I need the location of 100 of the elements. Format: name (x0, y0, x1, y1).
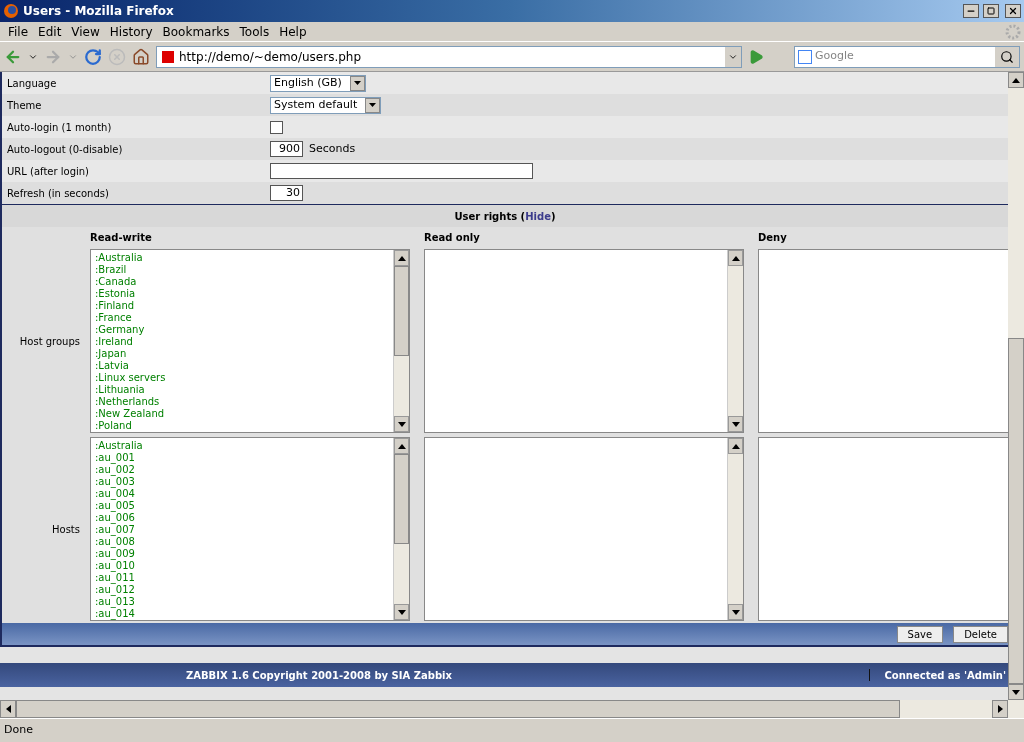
scrollbar[interactable] (393, 250, 409, 432)
down-arrow-icon (731, 421, 740, 427)
search-icon[interactable] (1000, 49, 1014, 64)
list-option[interactable]: :Canada (95, 276, 389, 288)
page-scrollbar[interactable] (1008, 72, 1024, 700)
go-icon[interactable] (748, 48, 764, 65)
menu-item[interactable]: File (3, 22, 34, 41)
list-option[interactable]: :au_008 (95, 536, 389, 548)
list-option[interactable]: :Finland (95, 300, 389, 312)
site-icon (162, 50, 174, 63)
list-option[interactable]: :Australia (95, 440, 389, 452)
list-option[interactable]: :Australia (95, 252, 389, 264)
throbber-icon (1005, 23, 1021, 40)
list-option[interactable]: :au_014 (95, 608, 389, 620)
copyright-text: ZABBIX 1.6 Copyright 2001-2008 by SIA Zabbix (186, 668, 452, 683)
close-button[interactable] (1005, 4, 1021, 18)
list-option[interactable]: :France (95, 312, 389, 324)
list-option[interactable]: :Germany (95, 324, 389, 336)
list-option[interactable]: :Linux servers (95, 372, 389, 384)
hide-link[interactable]: Hide (525, 210, 551, 222)
menu-item[interactable]: View (66, 22, 105, 41)
list-option[interactable]: :Ireland (95, 336, 389, 348)
list-option[interactable]: :au_012 (95, 584, 389, 596)
form-button[interactable]: Delete (953, 625, 1008, 643)
minimize-button[interactable] (963, 4, 979, 18)
up-arrow-icon (731, 443, 740, 449)
list-option[interactable]: :au_004 (95, 488, 389, 500)
menu-item[interactable]: Tools (234, 22, 275, 41)
menu-item[interactable]: Bookmarks (157, 22, 235, 41)
list-box[interactable]: :Australia :au_001 :au_002 :au_003 :au_004 :au_005 :au_006 :au_007 :au_008 :au_009 :au_010 :au_011 :au_012 :au_013 :au_014 (90, 437, 410, 621)
section-title: User rights (Hide) (454, 209, 556, 224)
list-option[interactable]: :au_010 (95, 560, 389, 572)
dropdown[interactable]: English (GB) (270, 74, 366, 92)
list-option[interactable]: :Poland (95, 420, 389, 432)
number-field[interactable]: 900 (270, 141, 303, 157)
field-label: Theme (6, 98, 43, 113)
down-arrow-icon (397, 609, 406, 615)
checkbox[interactable] (270, 120, 283, 134)
status-text: Done (4, 722, 33, 739)
left-arrow-icon (5, 705, 11, 713)
list-option[interactable]: :Estonia (95, 288, 389, 300)
home-icon[interactable] (132, 47, 150, 66)
address-bar[interactable]: http://demo/~demo/users.php (156, 45, 742, 68)
menu-item[interactable]: History (104, 22, 158, 41)
menu-item[interactable]: Help (274, 22, 312, 41)
list-option[interactable]: :New Zealand (95, 408, 389, 420)
dropdown[interactable]: System default (270, 96, 382, 114)
list-option[interactable]: :au_011 (95, 572, 389, 584)
list-option[interactable]: :au_003 (95, 476, 389, 488)
search-field[interactable]: Google (794, 45, 1020, 68)
caret-icon (369, 103, 377, 107)
menu-item[interactable]: Edit (33, 22, 67, 41)
column-header: Read only (424, 230, 481, 245)
unit-label: Seconds (309, 140, 356, 157)
right-arrow-icon (997, 705, 1003, 713)
list-option[interactable]: :au_006 (95, 512, 389, 524)
down-arrow-icon (397, 421, 406, 427)
url-field[interactable] (270, 163, 533, 179)
list-option[interactable]: :au_009 (95, 548, 389, 560)
list-option[interactable]: :Netherlands (95, 396, 389, 408)
list-option[interactable]: :au_005 (95, 500, 389, 512)
column-header: Read-write (90, 230, 153, 245)
horizontal-scrollbar[interactable] (0, 700, 1024, 718)
list-option[interactable]: :Latvia (95, 360, 389, 372)
caret-icon (353, 81, 361, 85)
search-engine-icon (798, 49, 812, 64)
user-status: Connected as 'Admin' (884, 668, 1007, 683)
scrollbar[interactable] (393, 438, 409, 620)
number-field[interactable]: 30 (270, 185, 303, 201)
column-header: Deny (758, 230, 788, 245)
list-option[interactable]: :au_002 (95, 464, 389, 476)
scrollbar[interactable] (727, 438, 743, 620)
scrollbar[interactable] (727, 250, 743, 432)
down-arrow-icon (1012, 689, 1020, 695)
reload-icon[interactable] (84, 47, 102, 66)
form-button[interactable]: Save (896, 625, 944, 643)
list-box[interactable] (424, 437, 744, 621)
down-arrow-icon (731, 609, 740, 615)
list-option[interactable]: :au_001 (95, 452, 389, 464)
window-title: Users - Mozilla Firefox (23, 3, 175, 20)
restore-button[interactable] (983, 4, 999, 18)
list-option[interactable]: :Brazil (95, 264, 389, 276)
row-label: Host groups (18, 334, 81, 349)
list-box[interactable]: :Australia :Brazil :Canada :Estonia :Finland :France :Germany :Ireland :Japan :Latvia :Linux servers :Lithuania :Netherlands :New Zealand :Poland (90, 249, 410, 433)
field-label: Auto-logout (0-disable) (6, 142, 124, 157)
list-option[interactable]: :au_007 (95, 524, 389, 536)
list-option[interactable]: :au_013 (95, 596, 389, 608)
list-option[interactable]: :Japan (95, 348, 389, 360)
up-arrow-icon (397, 255, 406, 261)
up-arrow-icon (1012, 77, 1020, 83)
search-input[interactable]: Google (815, 48, 995, 65)
field-label: Auto-login (1 month) (6, 120, 113, 135)
browser-logo-icon (3, 3, 19, 19)
field-label: Language (6, 76, 58, 91)
close-icon (1008, 6, 1018, 16)
up-arrow-icon (397, 443, 406, 449)
list-option[interactable]: :Lithuania (95, 384, 389, 396)
row-label: Hosts (51, 522, 81, 537)
field-label: Refresh (in seconds) (6, 186, 110, 201)
list-box[interactable] (424, 249, 744, 433)
